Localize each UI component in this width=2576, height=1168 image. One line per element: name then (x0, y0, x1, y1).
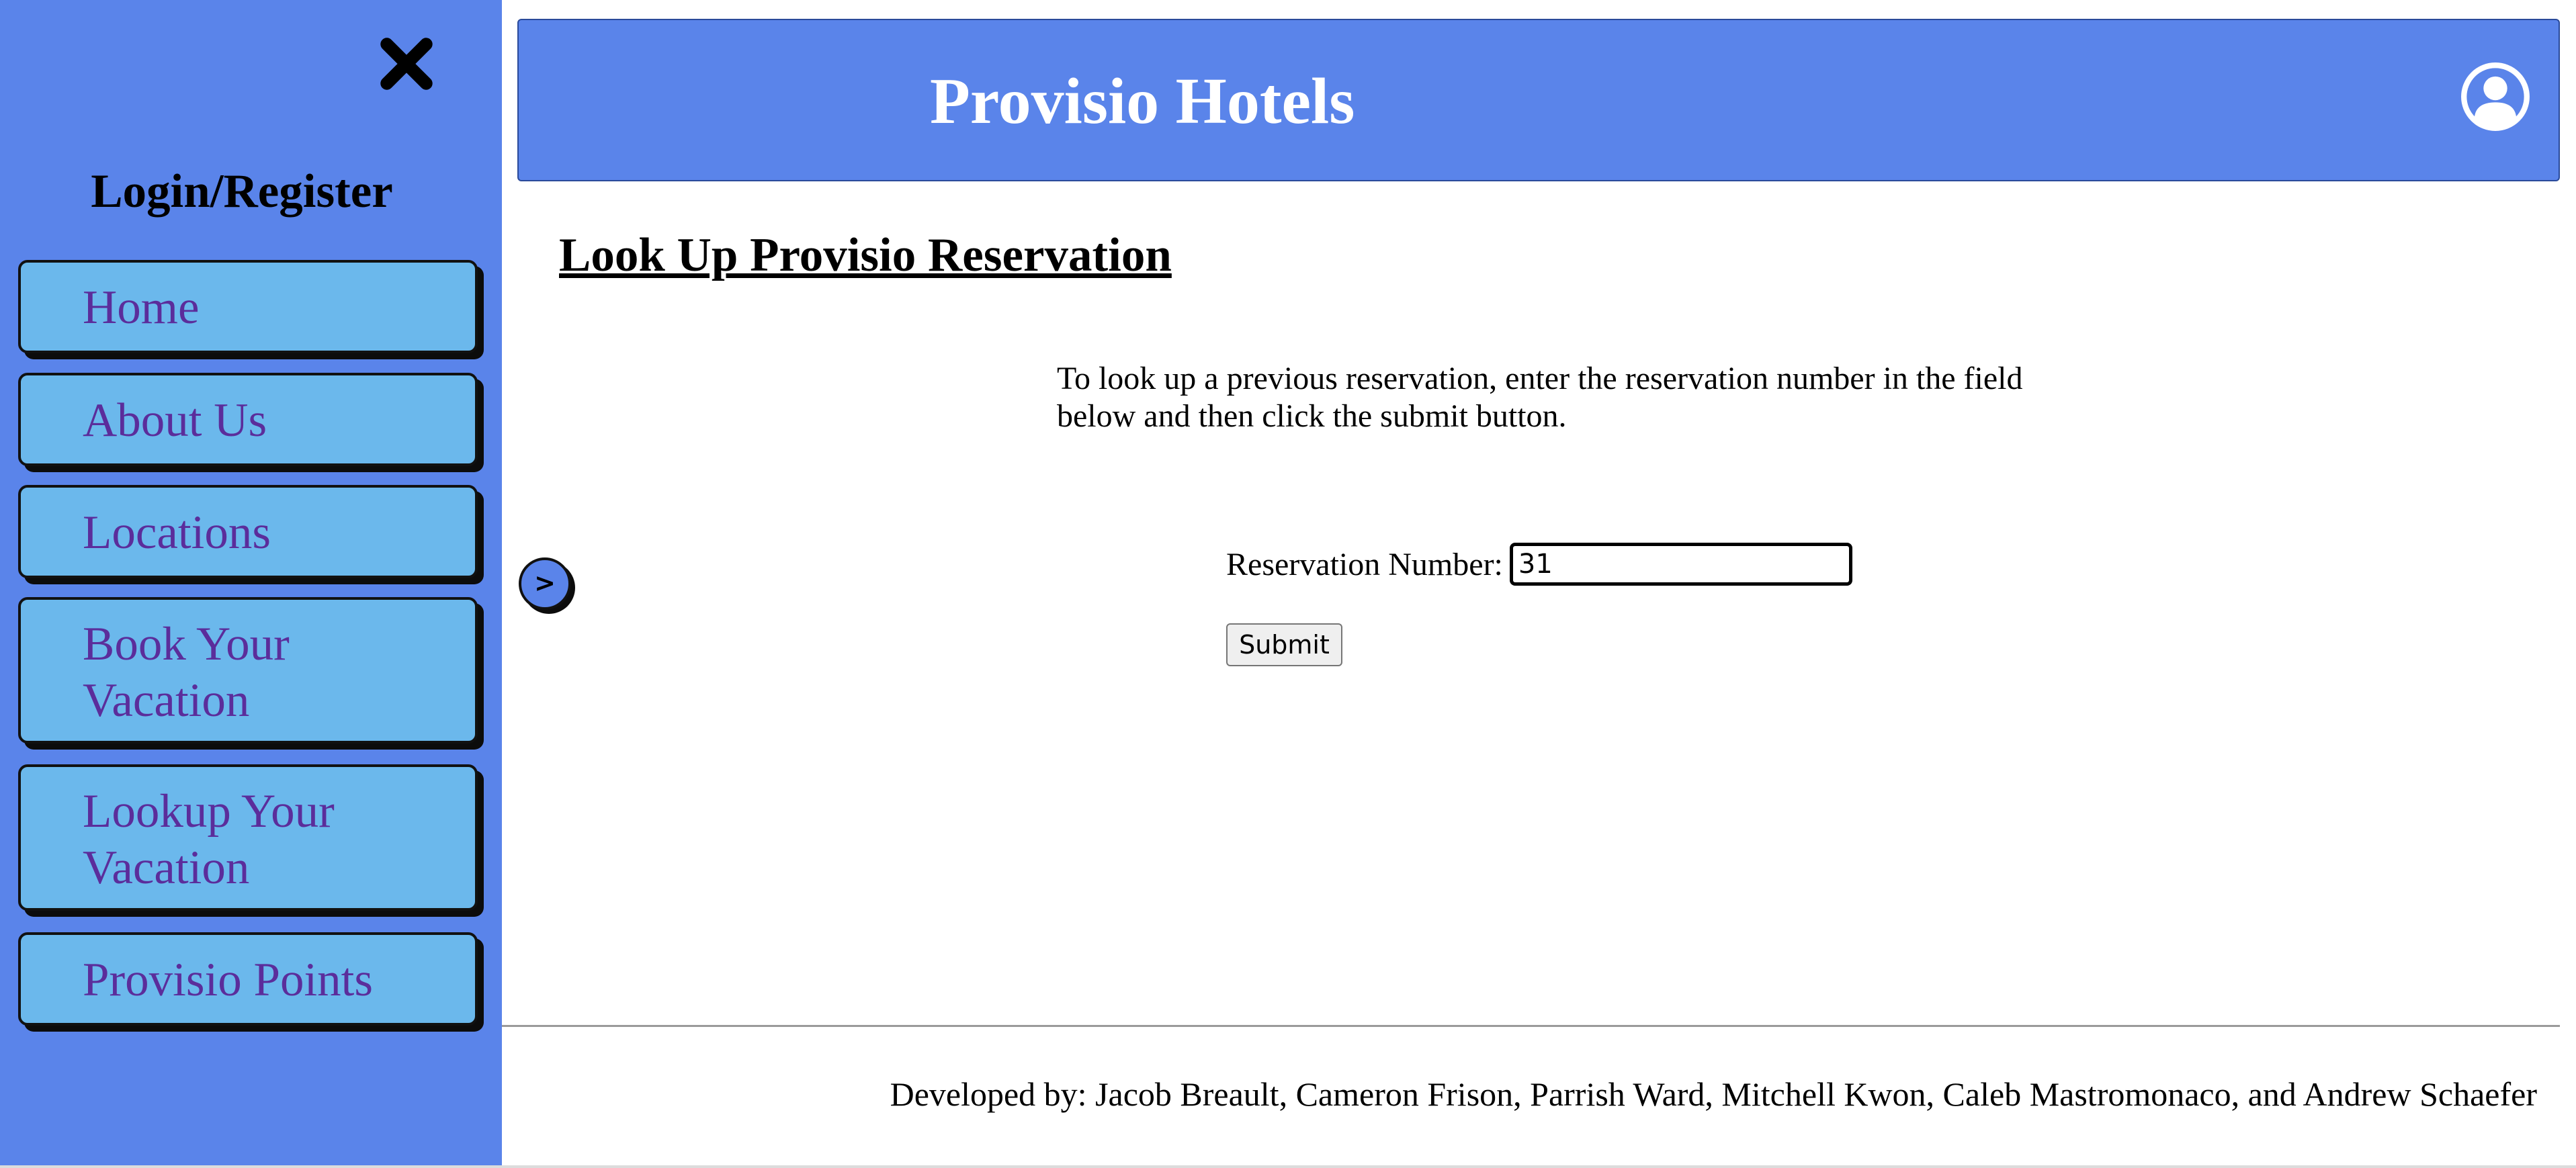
sidebar-item-about-us[interactable]: About Us (18, 373, 478, 466)
sidebar-item-label: Locations (83, 506, 271, 559)
close-icon[interactable] (378, 35, 435, 93)
user-account-icon[interactable] (2460, 62, 2530, 132)
sidebar-item-label: About Us (83, 394, 267, 447)
sidebar-item-home[interactable]: Home (18, 260, 478, 353)
sidebar-item-label-line: Book Your (83, 618, 290, 670)
login-register-link[interactable]: Login/Register (0, 161, 484, 222)
sidebar-item-label-line: Vacation (83, 674, 250, 727)
sidebar-toggle-button[interactable]: > (519, 557, 571, 610)
sidebar-item-provisio-points[interactable]: Provisio Points (18, 932, 478, 1026)
reservation-number-input[interactable] (1509, 543, 1852, 586)
reservation-form-row: Reservation Number: (1226, 543, 1852, 586)
site-title: Provisio Hotels (930, 65, 1355, 138)
footer-credits: Developed by: Jacob Breault, Cameron Fri… (890, 1075, 2537, 1113)
sidebar-item-label-line: Vacation (83, 842, 250, 894)
submit-button[interactable]: Submit (1226, 623, 1342, 666)
sidebar-item-book-your-vacation[interactable]: Book Your Vacation (18, 597, 478, 744)
sidebar-item-label-line: Lookup Your (83, 785, 335, 838)
sidebar-item-lookup-your-vacation[interactable]: Lookup Your Vacation (18, 764, 478, 911)
page-bottom-border (0, 1165, 2576, 1168)
page-title: Look Up Provisio Reservation (559, 229, 1172, 281)
sidebar-item-locations[interactable]: Locations (18, 485, 478, 578)
site-header: Provisio Hotels (517, 19, 2560, 181)
sidebar-item-label: Home (83, 281, 200, 334)
instructions-text: To look up a previous reservation, enter… (1057, 361, 2023, 434)
footer-divider (502, 1025, 2560, 1027)
sidebar-item-label: Provisio Points (83, 954, 374, 1006)
sidebar: Login/Register Home About Us Locations B… (0, 0, 502, 1168)
reservation-number-label: Reservation Number: (1226, 546, 1503, 582)
